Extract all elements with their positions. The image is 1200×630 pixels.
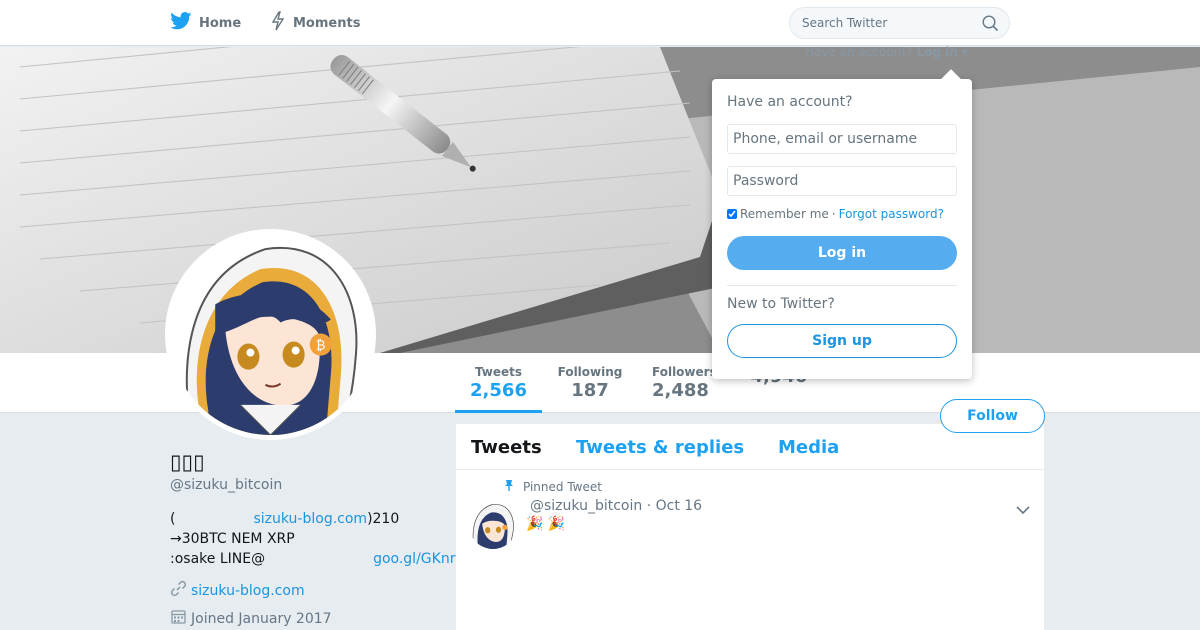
profile-handle[interactable]: @sizuku_bitcoin	[170, 477, 282, 493]
divider	[727, 285, 957, 286]
lightning-icon	[270, 11, 286, 35]
timeline: Tweets Tweets & replies Media Pinned Twe…	[456, 424, 1044, 630]
search-box	[789, 7, 1010, 39]
login-title: Have an account?	[727, 94, 853, 110]
bio-line1-prefix: (	[170, 511, 176, 527]
bio-line1-suffix: )210	[367, 511, 400, 527]
login-button[interactable]: Log in	[727, 236, 957, 270]
bio-line3-prefix: :osake LINE@	[170, 551, 266, 567]
chevron-down-icon[interactable]	[1016, 500, 1030, 519]
tab-tweets-replies[interactable]: Tweets & replies	[576, 437, 744, 458]
pinned-tweet-text: Pinned Tweet	[523, 480, 602, 494]
signup-button[interactable]: Sign up	[727, 324, 957, 358]
search-input[interactable]	[802, 8, 977, 38]
nav-moments-label: Moments	[293, 15, 361, 31]
calendar-icon	[170, 608, 187, 629]
tweet-date-separator: ·	[646, 498, 652, 514]
top-navigation-bar: Home Moments	[0, 0, 1200, 46]
stat-following-label: Following	[557, 365, 623, 379]
avatar[interactable]: ₿	[165, 229, 376, 440]
follow-button[interactable]: Follow	[940, 399, 1045, 433]
stat-following[interactable]: Following 187	[555, 365, 625, 401]
stat-tweets-value: 2,566	[470, 380, 527, 401]
password-field[interactable]	[727, 166, 957, 196]
bio-blog-link[interactable]: sizuku-blog.com	[253, 511, 367, 527]
link-icon	[170, 580, 187, 601]
anime-girl-avatar-small-image	[469, 501, 517, 549]
separator-dot: ·	[831, 207, 836, 221]
tweet-handle[interactable]: @sizuku_bitcoin	[530, 498, 642, 514]
bio-line2: →30BTC NEM XRP	[170, 531, 295, 547]
anime-girl-avatar-image: ₿	[170, 234, 371, 435]
tab-media[interactable]: Media	[778, 437, 839, 458]
joined-date: Joined January 2017	[191, 610, 332, 627]
tweet-header: @sizuku_bitcoin · Oct 16	[530, 498, 702, 514]
pin-icon	[503, 479, 515, 495]
bio-line-link[interactable]: goo.gl/GKnr	[373, 551, 455, 567]
nav-home[interactable]: Home	[170, 0, 241, 46]
username-field[interactable]	[727, 124, 957, 154]
svg-text:₿: ₿	[316, 339, 326, 354]
stat-following-value: 187	[571, 380, 609, 401]
profile-name: ▯▯▯	[170, 450, 205, 474]
profile-url-row: sizuku-blog.com	[170, 580, 305, 601]
remember-row: Remember me · Forgot password?	[727, 207, 944, 221]
nav-home-label: Home	[199, 15, 242, 31]
profile-url-link[interactable]: sizuku-blog.com	[191, 583, 305, 599]
have-account-prompt: Have an account? Log in ▾	[805, 45, 968, 59]
tweet-avatar[interactable]	[469, 501, 517, 549]
stat-tweets[interactable]: Tweets 2,566	[455, 365, 542, 401]
pinned-tweet-label: Pinned Tweet	[503, 479, 602, 495]
tweet-text: 🎉 🎉	[526, 516, 566, 532]
have-account-text: Have an account?	[805, 45, 913, 59]
login-dropdown: Have an account? Remember me · Forgot pa…	[712, 69, 972, 379]
forgot-password-link[interactable]: Forgot password?	[839, 207, 944, 221]
nav-moments[interactable]: Moments	[270, 0, 360, 46]
new-to-twitter-text: New to Twitter?	[727, 296, 835, 312]
active-stat-underline	[455, 410, 542, 413]
remember-me-checkbox[interactable]	[727, 209, 737, 219]
login-dropdown-toggle[interactable]: Log in	[916, 45, 957, 59]
profile-joined-row: Joined January 2017	[170, 608, 332, 629]
twitter-bird-icon	[170, 12, 192, 34]
tweet-date[interactable]: Oct 16	[656, 498, 702, 514]
stat-tweets-label: Tweets	[474, 365, 523, 379]
stat-followers-value: 2,488	[652, 380, 709, 401]
search-icon[interactable]	[982, 15, 999, 36]
profile-bio: ( sizuku-blog.com)210 →30BTC NEM XRP :osa…	[170, 509, 456, 569]
remember-me-label[interactable]: Remember me	[740, 207, 829, 221]
caret-down-icon[interactable]: ▾	[962, 45, 968, 59]
tab-tweets[interactable]: Tweets	[471, 437, 542, 458]
